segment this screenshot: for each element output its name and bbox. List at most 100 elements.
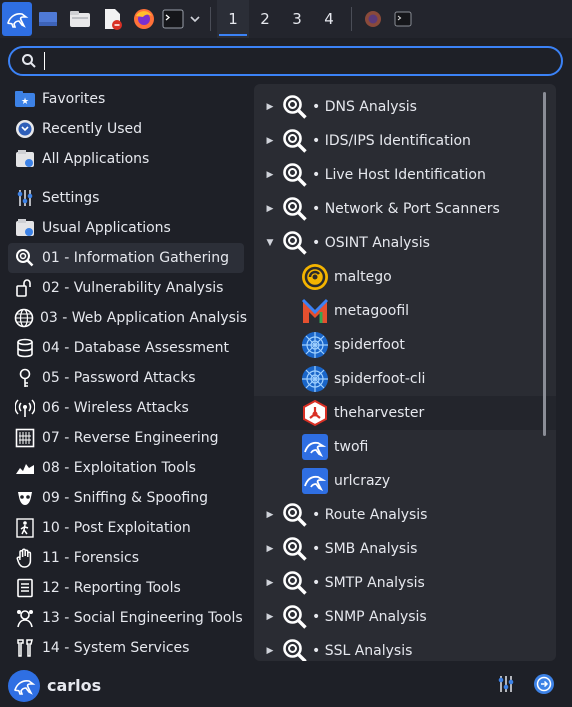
- svg-text:★: ★: [21, 97, 29, 107]
- category-sniffing-spoofing[interactable]: 09 - Sniffing & Spoofing: [8, 483, 244, 513]
- category-system-services[interactable]: 14 - System Services: [8, 633, 244, 663]
- expand-arrow-icon[interactable]: ▶: [260, 102, 280, 112]
- settings-sliders-icon: [498, 676, 514, 692]
- applications-icon: [14, 217, 36, 239]
- panel-separator: [351, 7, 352, 31]
- text-editor-button[interactable]: [96, 0, 128, 38]
- spiderfoot-icon: [300, 330, 330, 360]
- category-password-attacks[interactable]: 05 - Password Attacks: [8, 363, 244, 393]
- runner-icon: [14, 517, 36, 539]
- key-icon: [14, 367, 36, 389]
- group-dns-analysis[interactable]: ▶ • DNS Analysis: [254, 90, 556, 124]
- settings-sliders-icon: [14, 187, 36, 209]
- group-route-analysis[interactable]: ▶ • Route Analysis: [254, 498, 556, 532]
- group-smtp-analysis[interactable]: ▶ • SMTP Analysis: [254, 566, 556, 600]
- magnifier-icon: [280, 636, 310, 661]
- group-smb-analysis[interactable]: ▶ • SMB Analysis: [254, 532, 556, 566]
- expand-arrow-icon[interactable]: ▶: [260, 170, 280, 180]
- group-label: • Live Host Identification: [312, 167, 486, 183]
- category-reporting-tools[interactable]: 12 - Reporting Tools: [8, 573, 244, 603]
- document-icon: [14, 577, 36, 599]
- collapse-arrow-icon[interactable]: ▼: [260, 238, 280, 248]
- category-label: 01 - Information Gathering: [42, 250, 230, 266]
- wireless-icon: [14, 397, 36, 419]
- category-favorites[interactable]: ★ Favorites: [8, 84, 244, 114]
- mask-icon: [14, 487, 36, 509]
- search-bar[interactable]: [8, 46, 563, 76]
- category-social-engineering-tools[interactable]: 13 - Social Engineering Tools: [8, 603, 244, 633]
- firefox-icon: [365, 11, 381, 27]
- group-snmp-analysis[interactable]: ▶ • SNMP Analysis: [254, 600, 556, 634]
- category-database-assessment[interactable]: 04 - Database Assessment: [8, 333, 244, 363]
- terminal-dropdown-button[interactable]: [186, 0, 204, 38]
- search-icon: [22, 54, 36, 68]
- category-post-exploitation[interactable]: 10 - Post Exploitation: [8, 513, 244, 543]
- workspace-2[interactable]: 2: [249, 0, 281, 38]
- expand-arrow-icon[interactable]: ▶: [260, 612, 280, 622]
- group-osint-analysis[interactable]: ▼ • OSINT Analysis: [254, 226, 556, 260]
- category-vulnerability-analysis[interactable]: 02 - Vulnerability Analysis: [8, 273, 244, 303]
- terminal-button[interactable]: [160, 0, 186, 38]
- category-reverse-engineering[interactable]: 07 - Reverse Engineering: [8, 423, 244, 453]
- avatar[interactable]: [8, 669, 40, 702]
- workspace-3[interactable]: 3: [281, 0, 313, 38]
- app-theharvester[interactable]: theharvester: [254, 396, 556, 430]
- category-label: 08 - Exploitation Tools: [42, 460, 196, 476]
- scrollbar-thumb[interactable]: [543, 92, 546, 436]
- magnifier-icon: [280, 92, 310, 122]
- category-usual-applications[interactable]: Usual Applications: [8, 213, 244, 243]
- magnifier-icon: [280, 568, 310, 598]
- group-ids-ips-identification[interactable]: ▶ • IDS/IPS Identification: [254, 124, 556, 158]
- app-twofi[interactable]: twofi: [254, 430, 556, 464]
- magnifier-icon: [280, 534, 310, 564]
- session-button[interactable]: [532, 672, 556, 696]
- category-label: 14 - System Services: [42, 640, 190, 656]
- panel-separator: [210, 7, 211, 31]
- category-web-application-analysis[interactable]: 03 - Web Application Analysis: [8, 303, 247, 333]
- category-label: 13 - Social Engineering Tools: [42, 610, 243, 626]
- kali-menu-button[interactable]: [2, 2, 32, 36]
- expand-arrow-icon[interactable]: ▶: [260, 136, 280, 146]
- file-manager-icon: [70, 11, 90, 27]
- globe-icon: [14, 307, 34, 329]
- category-information-gathering[interactable]: 01 - Information Gathering: [8, 243, 244, 273]
- app-label: theharvester: [334, 405, 425, 421]
- app-spiderfoot[interactable]: spiderfoot: [254, 328, 556, 362]
- app-urlcrazy[interactable]: urlcrazy: [254, 464, 556, 498]
- app-label: twofi: [334, 439, 369, 455]
- category-recently-used[interactable]: Recently Used: [8, 114, 244, 144]
- terminal-icon: [394, 11, 412, 27]
- category-wireless-attacks[interactable]: 06 - Wireless Attacks: [8, 393, 244, 423]
- taskbar-terminal-window[interactable]: [388, 0, 418, 38]
- category-label: All Applications: [42, 151, 150, 167]
- app-metagoofil[interactable]: metagoofil: [254, 294, 556, 328]
- group-label: • SSL Analysis: [312, 643, 413, 659]
- file-manager-button[interactable]: [64, 0, 96, 38]
- expand-arrow-icon[interactable]: ▶: [260, 578, 280, 588]
- workspace-1[interactable]: 1: [217, 0, 249, 38]
- group-network-port-scanners[interactable]: ▶ • Network & Port Scanners: [254, 192, 556, 226]
- chip-icon: [14, 427, 36, 449]
- firefox-button[interactable]: [128, 0, 160, 38]
- category-label: 12 - Reporting Tools: [42, 580, 181, 596]
- category-label: 04 - Database Assessment: [42, 340, 229, 356]
- app-spiderfoot-cli[interactable]: spiderfoot-cli: [254, 362, 556, 396]
- category-forensics[interactable]: 11 - Forensics: [8, 543, 244, 573]
- group-ssl-analysis[interactable]: ▶ • SSL Analysis: [254, 634, 556, 661]
- show-desktop-button[interactable]: [32, 0, 64, 38]
- expand-arrow-icon[interactable]: ▶: [260, 510, 280, 520]
- expand-arrow-icon[interactable]: ▶: [260, 544, 280, 554]
- category-exploitation-tools[interactable]: 08 - Exploitation Tools: [8, 453, 244, 483]
- expand-arrow-icon[interactable]: ▶: [260, 646, 280, 656]
- category-label: 10 - Post Exploitation: [42, 520, 191, 536]
- settings-button[interactable]: [494, 672, 518, 696]
- category-all-applications[interactable]: All Applications: [8, 144, 244, 174]
- expand-arrow-icon[interactable]: ▶: [260, 204, 280, 214]
- group-live-host-identification[interactable]: ▶ • Live Host Identification: [254, 158, 556, 192]
- app-maltego[interactable]: maltego: [254, 260, 556, 294]
- workspace-4[interactable]: 4: [313, 0, 345, 38]
- search-input[interactable]: [53, 53, 533, 69]
- metagoofil-icon: [300, 296, 330, 326]
- taskbar-firefox-window[interactable]: [358, 0, 388, 38]
- category-settings[interactable]: Settings: [8, 183, 244, 213]
